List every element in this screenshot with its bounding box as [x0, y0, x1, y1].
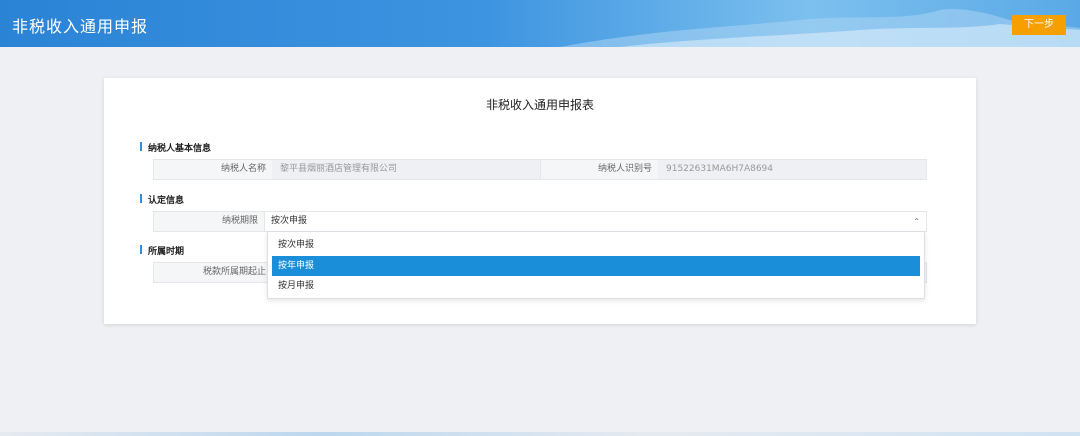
- tax-term-select[interactable]: 按次申报 ⌃: [264, 212, 926, 231]
- tax-term-row: 纳税期限 按次申报 ⌃: [153, 211, 927, 232]
- form-title: 非税收入通用申报表: [485, 98, 594, 112]
- top-header-bar: 非税收入通用申报 下一步: [0, 0, 1080, 47]
- mountain-decoration: [560, 8, 1080, 47]
- taxpayer-id-field: 91522631MA6H7A8694: [658, 160, 926, 179]
- taxpayer-id-label: 纳税人识别号: [597, 164, 652, 174]
- dropdown-option[interactable]: 按次申报: [272, 235, 920, 255]
- taxpayer-name-field: 黎平县烟丽酒店管理有限公司: [272, 160, 540, 179]
- section-recognition-info: 认定信息: [140, 193, 184, 206]
- tax-term-dropdown: 按次申报 按年申报 按月申报: [267, 231, 925, 299]
- next-step-button[interactable]: 下一步: [1012, 15, 1066, 35]
- dropdown-option-selected[interactable]: 按年申报: [272, 256, 920, 276]
- tax-term-label: 纳税期限: [221, 216, 258, 226]
- bottom-decoration: [0, 432, 1080, 436]
- page-title: 非税收入通用申报: [12, 17, 149, 36]
- dropdown-option[interactable]: 按月申报: [272, 276, 920, 296]
- chevron-up-icon[interactable]: ⌃: [913, 212, 920, 231]
- period-start-label: 税款所属期起止: [202, 267, 266, 277]
- taxpayer-info-row: 纳税人名称 黎平县烟丽酒店管理有限公司 纳税人识别号 91522631MA6H7…: [153, 159, 927, 180]
- section-taxpayer-info: 纳税人基本信息: [140, 141, 211, 154]
- tax-term-selected-value: 按次申报: [271, 216, 308, 226]
- taxpayer-name-label: 纳税人名称: [220, 164, 266, 174]
- section-period: 所属时期: [140, 244, 184, 257]
